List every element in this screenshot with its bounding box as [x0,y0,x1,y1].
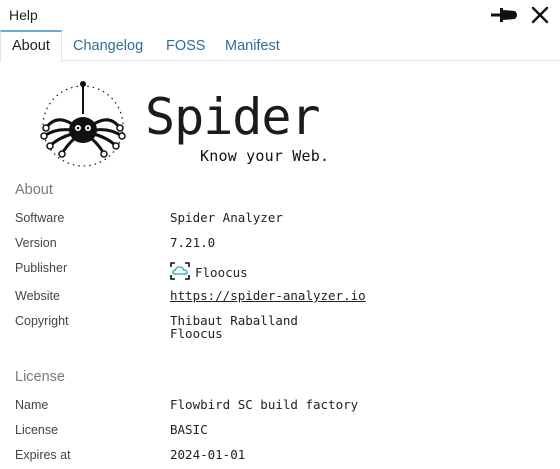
pin-icon[interactable] [489,4,521,26]
window-title: Help [9,7,38,23]
license-name-value: Flowbird SC build factory [170,397,359,412]
software-value: Spider Analyzer [170,210,283,225]
cloud-icon [170,262,190,280]
window-titlebar: Help [0,0,560,30]
publisher-value: Floocus [195,265,248,280]
version-value: 7.21.0 [170,235,216,250]
copyright-value-line2: Floocus [170,326,223,341]
tab-bar: About Changelog FOSS Manifest [0,30,560,62]
license-type-label: License [15,423,59,437]
tab-about[interactable]: About [0,30,62,62]
close-icon[interactable] [529,4,551,26]
software-label: Software [15,211,65,225]
copyright-label: Copyright [15,314,69,328]
about-heading: About [15,182,53,198]
license-name-label: Name [15,398,49,412]
website-label: Website [15,289,60,303]
expires-label: Expires at [15,448,71,462]
license-type-value: BASIC [170,422,208,437]
website-link[interactable]: https://spider-analyzer.io [170,289,366,302]
tab-changelog[interactable]: Changelog [73,30,143,61]
expires-value: 2024-01-01 [170,447,246,462]
license-heading: License [15,369,65,385]
spider-logo-icon [40,81,126,167]
tab-foss[interactable]: FOSS [166,30,205,61]
website-url[interactable]: https://spider-analyzer.io [170,288,366,303]
tab-manifest[interactable]: Manifest [225,30,280,61]
publisher-label: Publisher [15,261,68,275]
version-label: Version [15,236,57,250]
brand-tagline: Know your Web. [200,147,330,165]
brand-name: Spider [145,88,321,146]
